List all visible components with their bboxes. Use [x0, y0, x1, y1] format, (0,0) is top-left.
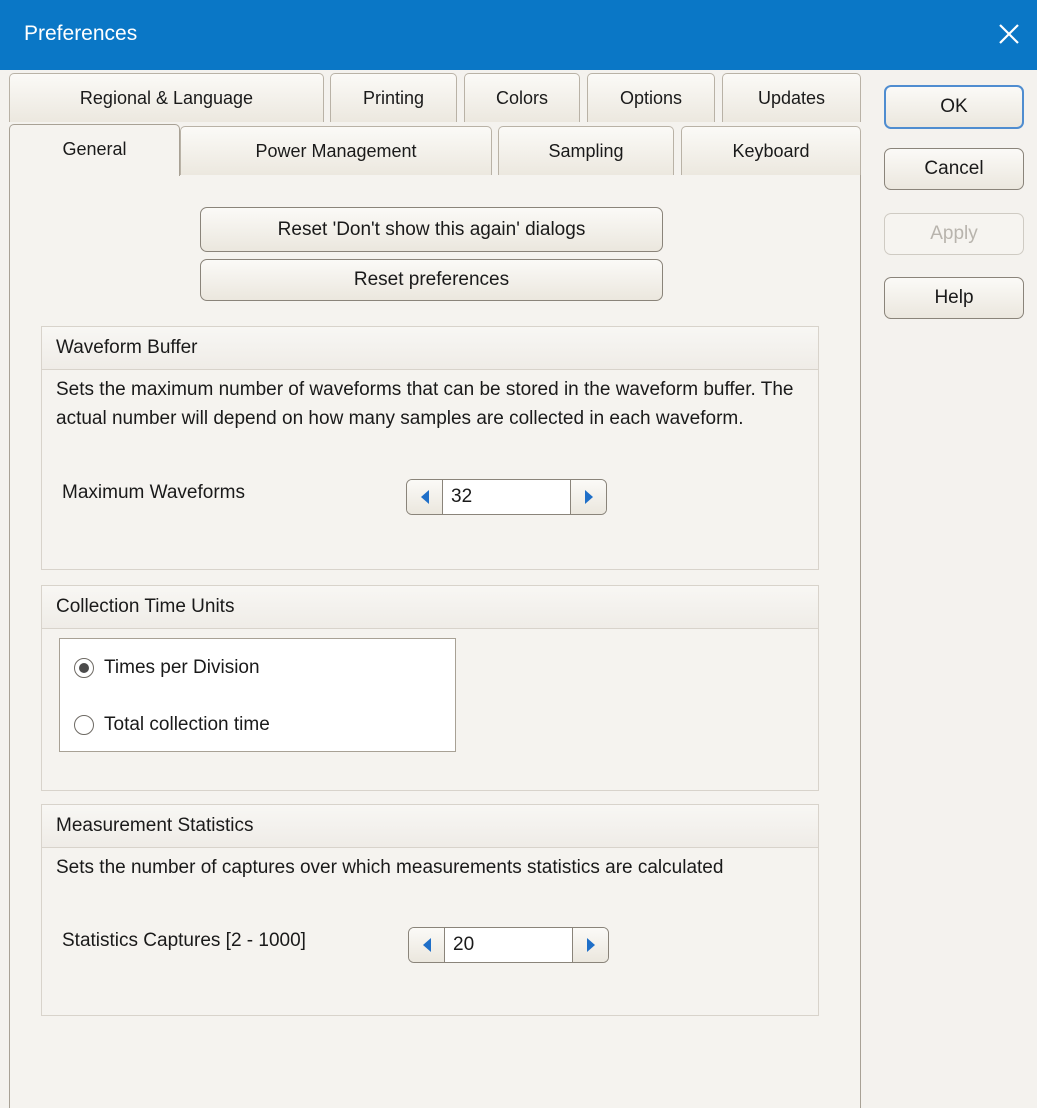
- increment-button[interactable]: [572, 928, 608, 962]
- tab-updates[interactable]: Updates: [722, 73, 861, 122]
- maximum-waveforms-label: Maximum Waveforms: [62, 482, 245, 503]
- maximum-waveforms-stepper[interactable]: 32: [406, 479, 607, 515]
- waveform-buffer-description: Sets the maximum number of waveforms tha…: [56, 379, 794, 429]
- help-button[interactable]: Help: [884, 277, 1024, 319]
- reset-dialogs-button[interactable]: Reset 'Don't show this again' dialogs: [200, 207, 663, 252]
- statistics-captures-label: Statistics Captures [2 - 1000]: [62, 930, 306, 951]
- measurement-statistics-description: Sets the number of captures over which m…: [56, 857, 724, 878]
- tab-regional-language[interactable]: Regional & Language: [9, 73, 324, 122]
- arrow-right-icon: [585, 490, 593, 504]
- arrow-left-icon: [421, 490, 429, 504]
- tab-colors[interactable]: Colors: [464, 73, 580, 122]
- tab-printing[interactable]: Printing: [330, 73, 457, 122]
- reset-preferences-button[interactable]: Reset preferences: [200, 259, 663, 301]
- increment-button[interactable]: [570, 480, 606, 514]
- tab-sampling[interactable]: Sampling: [498, 126, 674, 175]
- radio-button-selected[interactable]: [74, 658, 94, 678]
- arrow-right-icon: [587, 938, 595, 952]
- decrement-button[interactable]: [407, 480, 443, 514]
- tab-general[interactable]: General: [9, 124, 180, 176]
- title-bar: Preferences: [0, 0, 1037, 70]
- maximum-waveforms-value[interactable]: 32: [451, 486, 472, 508]
- ok-button[interactable]: OK: [884, 85, 1024, 129]
- collection-time-units-title: Collection Time Units: [42, 586, 818, 629]
- close-icon[interactable]: [991, 12, 1027, 56]
- apply-button[interactable]: Apply: [884, 213, 1024, 255]
- tab-power-management[interactable]: Power Management: [180, 126, 492, 175]
- tab-options[interactable]: Options: [587, 73, 715, 122]
- waveform-buffer-group: Waveform Buffer Sets the maximum number …: [41, 326, 819, 570]
- waveform-buffer-title: Waveform Buffer: [42, 327, 818, 370]
- tab-keyboard[interactable]: Keyboard: [681, 126, 861, 175]
- arrow-left-icon: [423, 938, 431, 952]
- statistics-captures-value[interactable]: 20: [453, 934, 474, 956]
- window-title: Preferences: [24, 22, 138, 45]
- radio-label: Total collection time: [104, 714, 270, 735]
- radio-dot: [79, 663, 89, 673]
- statistics-captures-stepper[interactable]: 20: [408, 927, 609, 963]
- decrement-button[interactable]: [409, 928, 445, 962]
- collection-time-units-options: Times per Division Total collection time: [59, 638, 456, 752]
- radio-label: Times per Division: [104, 657, 260, 678]
- cancel-button[interactable]: Cancel: [884, 148, 1024, 190]
- radio-button[interactable]: [74, 715, 94, 735]
- measurement-statistics-group: Measurement Statistics Sets the number o…: [41, 804, 819, 1016]
- measurement-statistics-title: Measurement Statistics: [42, 805, 818, 848]
